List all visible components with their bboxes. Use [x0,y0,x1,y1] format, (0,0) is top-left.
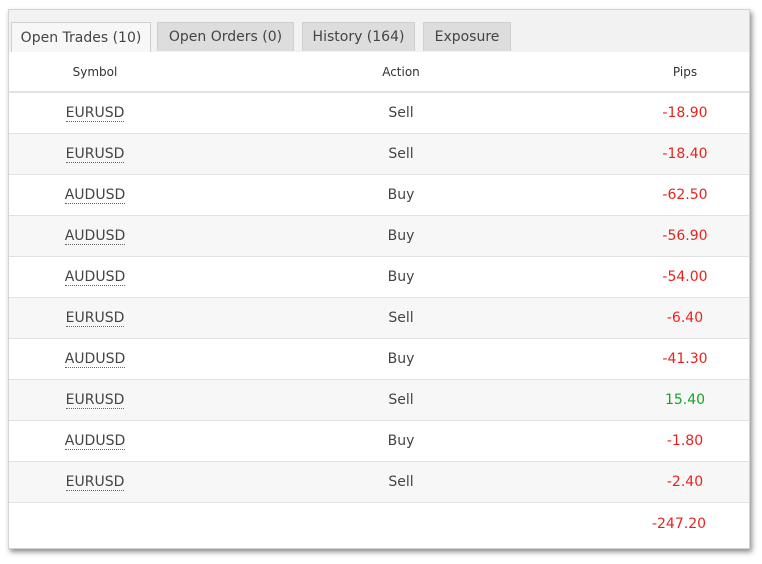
pips-cell: -62.50 [662,187,708,203]
action-cell: Sell [388,310,414,326]
symbol-cell: AUDUSD [45,257,145,297]
trades-table: Symbol Action Pips EURUSD Sell -18.90 EU… [9,52,749,544]
pips-cell: -2.40 [666,474,704,490]
action-cell: Buy [387,269,415,285]
total-row: -247.20 [9,503,749,544]
pips-cell: -54.00 [662,269,708,285]
table-row[interactable]: EURUSD Sell 15.40 [9,380,749,421]
table-row[interactable]: EURUSD Sell -18.90 [9,93,749,134]
symbol-link[interactable]: AUDUSD [64,269,126,286]
symbol-link[interactable]: AUDUSD [64,187,126,204]
action-cell: Buy [387,187,415,203]
table-row[interactable]: AUDUSD Buy -62.50 [9,175,749,216]
table-row[interactable]: AUDUSD Buy -1.80 [9,421,749,462]
tab-history[interactable]: History (164) [302,22,415,51]
pips-cell: -1.80 [666,433,704,449]
action-cell: Buy [387,433,415,449]
symbol-link[interactable]: AUDUSD [64,351,126,368]
action-cell: Sell [388,392,414,408]
symbol-link[interactable]: EURUSD [65,105,125,122]
symbol-cell: AUDUSD [45,216,145,256]
table-row[interactable]: EURUSD Sell -18.40 [9,134,749,175]
symbol-cell: EURUSD [45,298,145,338]
symbol-link[interactable]: EURUSD [65,474,125,491]
table-row[interactable]: EURUSD Sell -6.40 [9,298,749,339]
pips-cell: -56.90 [662,228,708,244]
action-cell: Buy [387,228,415,244]
column-header-action[interactable]: Action [351,52,451,91]
table-header: Symbol Action Pips [9,52,749,93]
column-header-pips[interactable]: Pips [635,52,735,91]
action-cell: Sell [388,474,414,490]
action-cell: Buy [387,351,415,367]
symbol-cell: AUDUSD [45,421,145,461]
symbol-link[interactable]: EURUSD [65,146,125,163]
symbol-cell: EURUSD [45,134,145,174]
action-cell: Sell [388,146,414,162]
symbol-cell: AUDUSD [45,339,145,379]
table-row[interactable]: AUDUSD Buy -41.30 [9,339,749,380]
symbol-cell: EURUSD [45,462,145,502]
pips-cell: -41.30 [662,351,708,367]
symbol-link[interactable]: AUDUSD [64,433,126,450]
total-pips: -247.20 [651,515,707,532]
symbol-cell: EURUSD [45,93,145,133]
tab-open-trades[interactable]: Open Trades (10) [11,22,151,52]
action-cell: Sell [388,105,414,121]
symbol-link[interactable]: EURUSD [65,392,125,409]
tab-bar: Open Trades (10) Open Orders (0) History… [9,10,749,53]
tab-open-orders[interactable]: Open Orders (0) [157,22,294,51]
pips-cell: -18.90 [662,105,708,121]
symbol-link[interactable]: EURUSD [65,310,125,327]
open-trades-panel: Open Trades (10) Open Orders (0) History… [8,9,750,549]
table-row[interactable]: AUDUSD Buy -54.00 [9,257,749,298]
symbol-cell: EURUSD [45,380,145,420]
table-row[interactable]: AUDUSD Buy -56.90 [9,216,749,257]
tab-exposure[interactable]: Exposure [423,22,511,51]
symbol-link[interactable]: AUDUSD [64,228,126,245]
pips-cell: -6.40 [666,310,704,326]
symbol-cell: AUDUSD [45,175,145,215]
pips-cell: -18.40 [662,146,708,162]
table-row[interactable]: EURUSD Sell -2.40 [9,462,749,503]
column-header-symbol[interactable]: Symbol [45,52,145,91]
pips-cell: 15.40 [664,392,706,408]
